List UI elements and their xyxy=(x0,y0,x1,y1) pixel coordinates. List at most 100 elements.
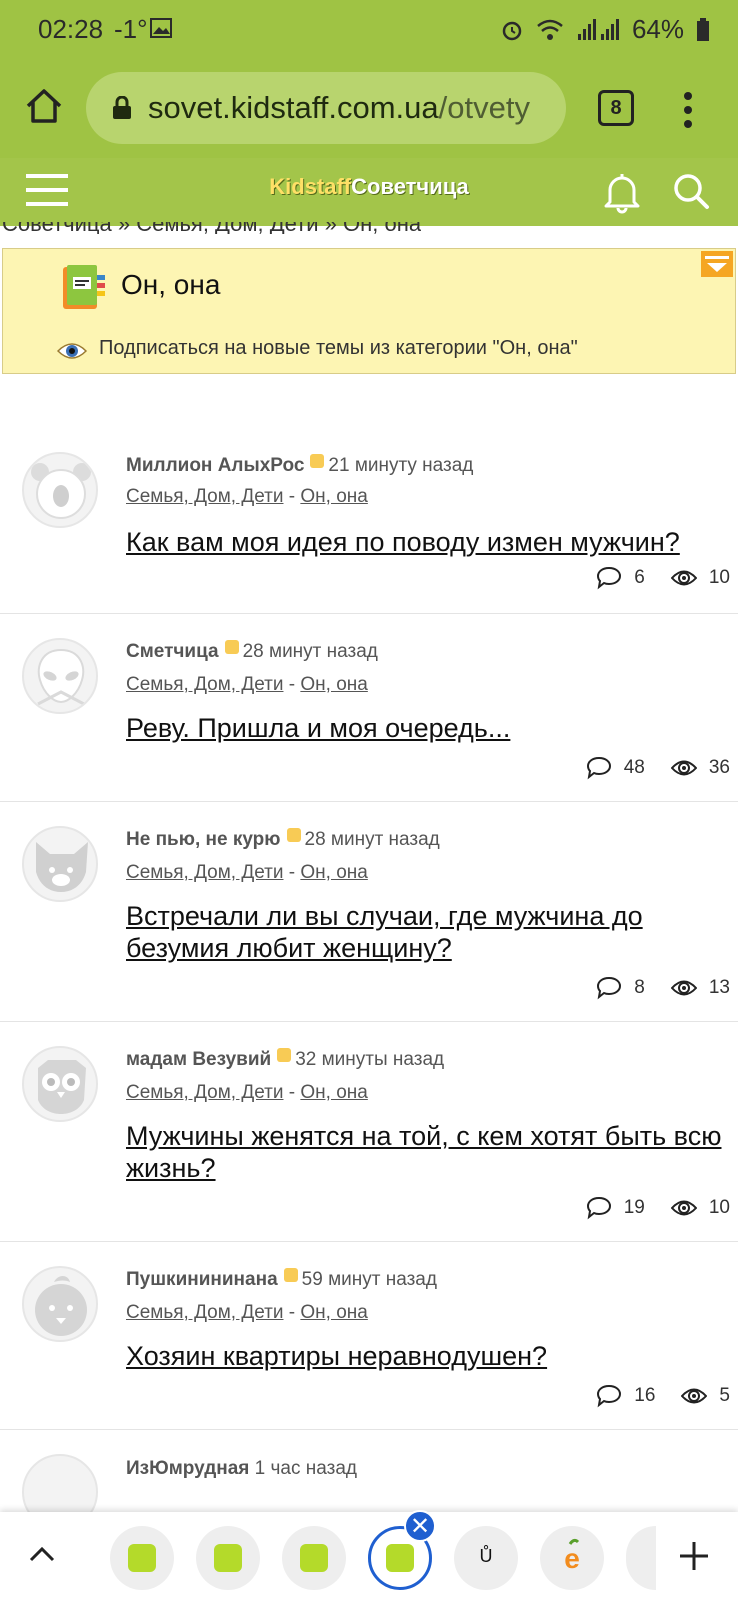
comments-stat: 48 xyxy=(586,756,645,780)
comment-icon xyxy=(597,976,622,1000)
status-bar: 02:28 -1° 64% xyxy=(0,0,738,60)
cat-avatar-icon xyxy=(36,842,88,892)
topic-stats: 8 13 xyxy=(596,976,730,1000)
category-separator: - xyxy=(288,674,296,695)
status-badge xyxy=(310,454,325,468)
browser-toolbar: sovet.kidstaff.com.ua/otvety 8 xyxy=(0,60,738,158)
tab-strip: ✕ Ů e xyxy=(0,1510,738,1600)
comment-icon xyxy=(597,1384,622,1408)
comments-count: 19 xyxy=(623,1197,645,1218)
lock-icon xyxy=(113,96,131,119)
tab-letter-label: Ů xyxy=(479,1546,493,1566)
panda-avatar-icon xyxy=(31,463,91,519)
tab-thumbnail[interactable]: e xyxy=(540,1526,604,1590)
category-link[interactable]: Он, она xyxy=(300,1082,367,1103)
breadcrumb[interactable]: Советчица » Семья, Дом, Дети » Он, она xyxy=(2,222,421,234)
tab-thumbnail[interactable] xyxy=(110,1526,174,1590)
topic-item: ИзЮмрудная 1 час назад xyxy=(0,1430,738,1530)
topic-stats: 48 36 xyxy=(586,756,730,780)
address-bar[interactable]: sovet.kidstaff.com.ua/otvety xyxy=(86,72,566,144)
category-link-parent[interactable]: Семья, Дом, Дети xyxy=(126,486,283,507)
collapse-toggle[interactable] xyxy=(701,251,733,277)
author-name[interactable]: Пушкинининана xyxy=(126,1269,278,1290)
comments-stat: 6 xyxy=(596,566,645,590)
wifi-icon xyxy=(537,19,563,40)
comments-count: 48 xyxy=(623,757,645,778)
category-separator: - xyxy=(288,486,296,507)
category-link-parent[interactable]: Семья, Дом, Дети xyxy=(126,1082,283,1103)
views-count: 5 xyxy=(719,1385,730,1406)
category-link-parent[interactable]: Семья, Дом, Дети xyxy=(126,1302,283,1323)
author-name[interactable]: Миллион АлыхРос xyxy=(126,455,304,476)
tab-thumbnail[interactable] xyxy=(196,1526,260,1590)
topic-item: Сметчица 28 минут назад Семья, Дом, Дети … xyxy=(0,614,738,802)
tab-thumbnail[interactable]: Ů xyxy=(454,1526,518,1590)
topic-title-link[interactable]: Хозяин квартиры неравнодушен? xyxy=(126,1340,726,1372)
topic-categories: Семья, Дом, Дети - Он, она xyxy=(126,862,368,884)
site-brand: Kidstaff xyxy=(269,174,352,199)
category-link-parent[interactable]: Семья, Дом, Дети xyxy=(126,674,283,695)
url-path: /otvety xyxy=(438,90,530,125)
topic-time: 59 минут назад xyxy=(301,1269,437,1290)
subscribe-link[interactable]: Подписаться на новые темы из категории "… xyxy=(99,337,578,360)
category-link[interactable]: Он, она xyxy=(300,862,367,883)
author-name[interactable]: ИзЮмрудная xyxy=(126,1458,249,1479)
topic-item: Пушкинининана 59 минут назад Семья, Дом, … xyxy=(0,1242,738,1430)
chevron-up-icon[interactable] xyxy=(28,1544,56,1564)
views-eye-icon xyxy=(670,1200,697,1216)
category-link[interactable]: Он, она xyxy=(300,486,367,507)
views-eye-icon xyxy=(670,980,697,996)
topic-stats: 6 10 xyxy=(596,566,730,590)
views-count: 13 xyxy=(708,977,730,998)
search-icon[interactable] xyxy=(672,172,710,210)
avatar[interactable] xyxy=(22,1046,98,1122)
clock: 02:28 xyxy=(38,14,104,44)
author-name[interactable]: мадам Везувий xyxy=(126,1049,271,1070)
temperature: -1° xyxy=(114,14,148,44)
kidstaff-favicon-icon xyxy=(386,1544,414,1572)
avatar[interactable] xyxy=(22,826,98,902)
avatar[interactable] xyxy=(22,638,98,714)
category-link-parent[interactable]: Семья, Дом, Дети xyxy=(126,862,283,883)
category-separator: - xyxy=(288,1082,296,1103)
category-title: Он, она xyxy=(121,269,221,300)
tab-switcher-button[interactable]: 8 xyxy=(598,90,634,126)
topic-time: 21 минуту назад xyxy=(328,455,474,476)
eye-icon xyxy=(57,343,87,359)
author-name[interactable]: Сметчица xyxy=(126,641,219,662)
tab-thumbnail[interactable] xyxy=(282,1526,346,1590)
category-separator: - xyxy=(288,1302,296,1323)
author-name[interactable]: Не пью, не курю xyxy=(126,829,281,850)
topic-item: Миллион АлыхРос 21 минуту назад Семья, До… xyxy=(0,430,738,614)
notifications-bell-icon[interactable] xyxy=(602,170,642,214)
topic-item: Не пью, не курю 28 минут назад Семья, Дом… xyxy=(0,802,738,1022)
home-icon[interactable] xyxy=(24,86,64,126)
site-header: KidstaffСоветчица xyxy=(0,158,738,226)
signal-icon xyxy=(577,18,619,40)
battery-percent: 64% xyxy=(631,14,684,44)
topic-categories: Семья, Дом, Дети - Он, она xyxy=(126,674,368,696)
avatar[interactable] xyxy=(22,452,98,528)
topic-meta: ИзЮмрудная 1 час назад xyxy=(126,1458,357,1480)
topic-title-link[interactable]: Мужчины женятся на той, с кем хотят быть… xyxy=(126,1120,726,1184)
new-tab-plus-icon[interactable] xyxy=(676,1538,712,1574)
tab-thumbnail[interactable] xyxy=(626,1526,656,1590)
more-menu-icon[interactable] xyxy=(680,90,696,130)
close-tab-icon[interactable]: ✕ xyxy=(404,1510,436,1542)
topic-title-link[interactable]: Встречали ли вы случаи, где мужчина до б… xyxy=(126,900,726,964)
category-link[interactable]: Он, она xyxy=(300,1302,367,1323)
alarm-icon xyxy=(502,21,522,40)
topic-stats: 16 5 xyxy=(596,1384,730,1408)
topic-time: 28 минут назад xyxy=(304,829,440,850)
topic-time: 28 минут назад xyxy=(242,641,378,662)
topic-title-link[interactable]: Реву. Пришла и моя очередь... xyxy=(126,712,726,744)
avatar[interactable] xyxy=(22,1266,98,1342)
owl-avatar-icon xyxy=(38,1060,86,1114)
image-notification-icon xyxy=(150,18,172,38)
category-link[interactable]: Он, она xyxy=(300,674,367,695)
comments-stat: 19 xyxy=(586,1196,645,1220)
topic-time: 32 минуты назад xyxy=(295,1049,445,1070)
url-text: sovet.kidstaff.com.ua/otvety xyxy=(148,90,530,126)
topic-title-link[interactable]: Как вам моя идея по поводу измен мужчин? xyxy=(126,526,726,558)
battery-icon xyxy=(697,17,709,41)
